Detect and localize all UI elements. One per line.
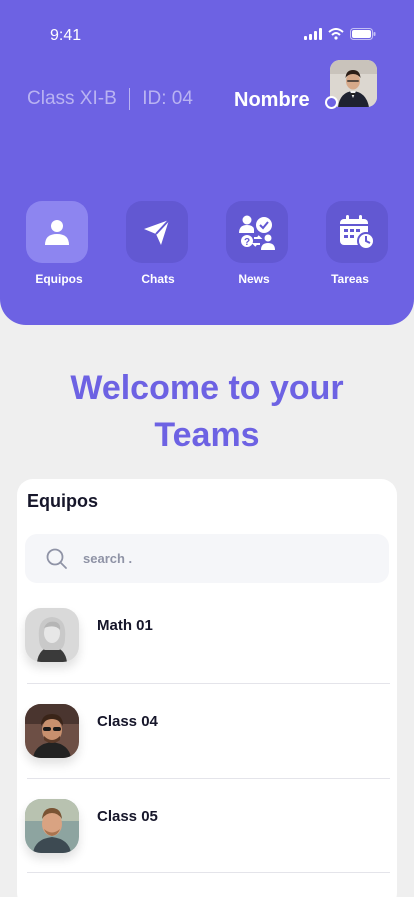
team-list-item-class-04[interactable]: Class 04 xyxy=(25,704,389,800)
welcome-line-2: Teams xyxy=(154,416,260,454)
search-bar[interactable] xyxy=(25,534,389,583)
student-id: ID: 04 xyxy=(142,88,193,109)
people-check-icon: ? xyxy=(239,215,275,250)
team-name: Class 05 xyxy=(97,808,158,825)
svg-text:?: ? xyxy=(244,237,250,248)
class-info: Class XI-B ID: 04 xyxy=(27,88,193,110)
send-icon xyxy=(144,219,170,245)
user-name: Nombre xyxy=(234,89,310,111)
search-icon xyxy=(46,548,67,569)
calendar-clock-icon xyxy=(340,215,375,250)
divider xyxy=(27,683,390,684)
team-name: Class 04 xyxy=(97,713,158,730)
status-bar: 9:41 xyxy=(0,0,414,60)
team-avatar xyxy=(25,608,79,662)
team-avatar xyxy=(25,799,79,853)
nav-label-news[interactable]: News xyxy=(209,272,299,286)
user-icon xyxy=(45,220,69,245)
nav-label-equipos[interactable]: Equipos xyxy=(14,272,104,286)
wifi-icon xyxy=(328,28,344,40)
nav-tile-news[interactable]: ? xyxy=(226,201,288,263)
welcome-line-1: Welcome to your xyxy=(70,369,344,407)
team-name: Math 01 xyxy=(97,617,153,634)
signal-icon xyxy=(304,28,322,40)
card-title: Equipos xyxy=(27,491,98,511)
nav-tile-equipos[interactable] xyxy=(26,201,88,263)
class-label: Class XI-B xyxy=(27,88,117,109)
header-panel: 9:41 Class XI-B ID: 04 Nombre Equipos Ch… xyxy=(0,0,414,325)
team-list-item-class-05[interactable]: Class 05 xyxy=(25,799,389,895)
welcome-title: Welcome to your Teams xyxy=(0,365,414,459)
divider xyxy=(27,778,390,779)
online-status-dot xyxy=(325,96,338,109)
nav-tile-chats[interactable] xyxy=(126,201,188,263)
search-input[interactable] xyxy=(83,546,363,571)
team-avatar xyxy=(25,704,79,758)
separator xyxy=(128,88,131,110)
battery-icon xyxy=(350,28,376,40)
nav-label-tareas[interactable]: Tareas xyxy=(305,272,395,286)
status-time: 9:41 xyxy=(50,27,82,44)
teams-card: Equipos Math 01 xyxy=(17,479,397,897)
divider xyxy=(27,872,390,873)
team-list-item-math-01[interactable]: Math 01 xyxy=(25,608,389,704)
nav-tile-tareas[interactable] xyxy=(326,201,388,263)
status-icons xyxy=(304,28,376,40)
nav-label-chats[interactable]: Chats xyxy=(113,272,203,286)
